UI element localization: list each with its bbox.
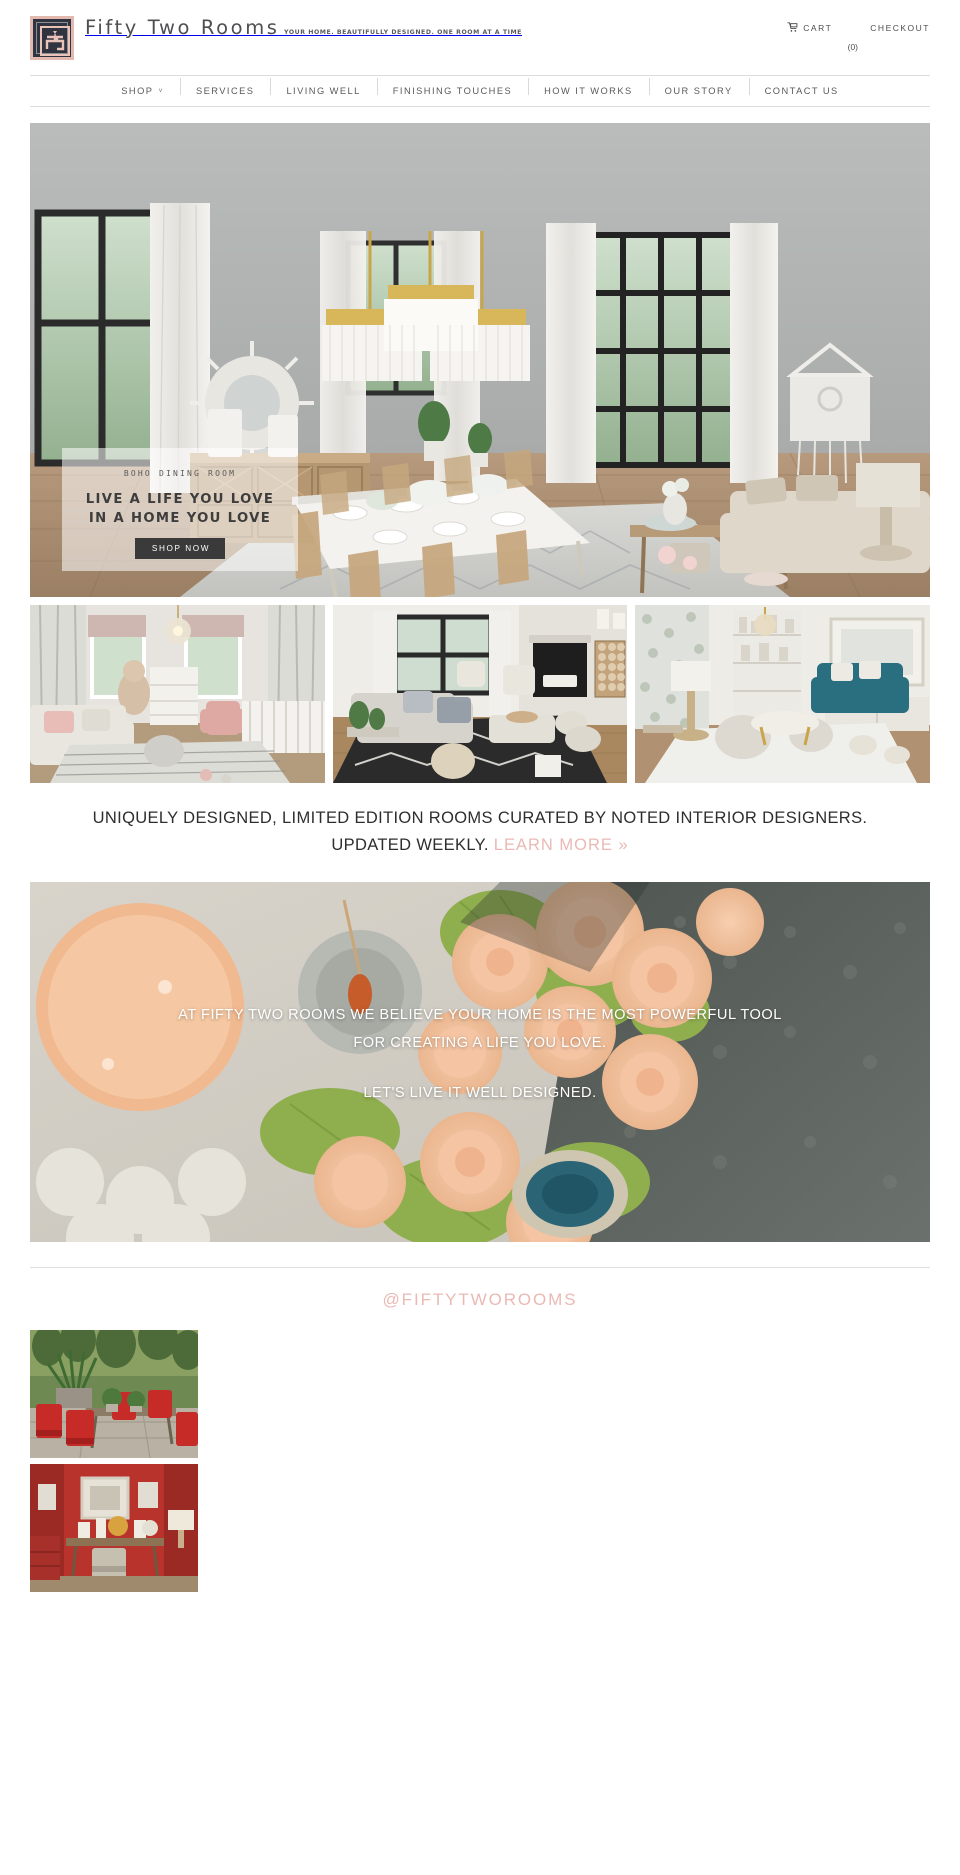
nav-item-label: LIVING WELL <box>286 86 361 96</box>
chevron-down-icon: ˅ <box>158 87 164 95</box>
nav-item-label: HOW IT WORKS <box>544 86 633 96</box>
nav-item-how-it-works[interactable]: HOW IT WORKS <box>528 78 649 96</box>
checkout-label: CHECKOUT <box>870 22 930 33</box>
nav-item-label: OUR STORY <box>664 86 733 96</box>
hero-title-line-1: LIVE A LIFE YOU LOVE <box>85 492 275 507</box>
nav-item-services[interactable]: SERVICES <box>179 78 270 96</box>
shop-now-button[interactable]: SHOP NOW <box>134 538 226 560</box>
tagline-line-3: UPDATED WEEKLY. <box>331 836 489 855</box>
mission-line-2: FOR CREATING A LIFE YOU LOVE. <box>353 1035 607 1052</box>
logo-mark-icon <box>30 16 74 60</box>
hero-banner: BOHO DINING ROOM LIVE A LIFE YOU LOVE IN… <box>30 123 930 597</box>
value-proposition-text: UNIQUELY DESIGNED, LIMITED EDITION ROOMS… <box>60 805 900 859</box>
featured-room-card-teal[interactable] <box>635 605 931 783</box>
hero-title: LIVE A LIFE YOU LOVE IN A HOME YOU LOVE <box>86 490 274 528</box>
nav-item-shop[interactable]: SHOP ˅ <box>105 86 180 96</box>
site-header: Fifty Two Rooms YOUR HOME. BEAUTIFULLY D… <box>0 0 960 75</box>
nav-item-living-well[interactable]: LIVING WELL <box>270 78 376 96</box>
logo-brand-tagline: YOUR HOME. BEAUTIFULLY DESIGNED. ONE ROO… <box>284 29 522 36</box>
mission-banner: AT FIFTY TWO ROOMS WE BELIEVE YOUR HOME … <box>30 882 930 1243</box>
cart-label: CART <box>803 22 833 33</box>
tagline-line-1: UNIQUELY DESIGNED, LIMITED EDITION ROOMS… <box>92 809 758 827</box>
featured-room-card-nursery[interactable] <box>30 605 325 783</box>
learn-more-link[interactable]: LEARN MORE » <box>494 836 629 854</box>
mission-line-1: AT FIFTY TWO ROOMS WE BELIEVE YOUR HOME … <box>178 1007 782 1024</box>
logo-brand-name: Fifty Two Rooms <box>85 16 280 39</box>
mission-line-3: LET'S LIVE IT WELL DESIGNED. <box>363 1084 597 1101</box>
cart-button[interactable]: CART <box>787 22 832 33</box>
nav-item-label: SHOP <box>121 86 154 96</box>
instagram-post[interactable] <box>30 1330 198 1459</box>
main-navigation: SHOP ˅ SERVICES LIVING WELL FINISHING TO… <box>30 75 930 107</box>
nav-item-contact-us[interactable]: CONTACT US <box>748 78 855 96</box>
cart-item-count: (0) <box>847 42 858 52</box>
mission-statement: AT FIFTY TWO ROOMS WE BELIEVE YOUR HOME … <box>30 1002 930 1107</box>
section-divider <box>30 1267 930 1269</box>
nav-item-finishing-touches[interactable]: FINISHING TOUCHES <box>376 78 528 96</box>
instagram-feed <box>30 1330 198 1593</box>
tagline-line-2: DESIGNERS. <box>762 809 868 827</box>
hero-title-line-2: IN A HOME YOU LOVE <box>88 511 272 527</box>
checkout-button[interactable]: CHECKOUT <box>870 23 930 33</box>
nav-item-our-story[interactable]: OUR STORY <box>648 78 749 96</box>
header-utility-nav: CART CHECKOUT (0) <box>787 22 930 52</box>
instagram-handle-link[interactable]: @FIFTYTWOROOMS <box>0 1290 960 1310</box>
nav-item-label: FINISHING TOUCHES <box>392 86 513 96</box>
site-logo[interactable]: Fifty Two Rooms YOUR HOME. BEAUTIFULLY D… <box>30 16 522 60</box>
hero-overlay-card: BOHO DINING ROOM LIVE A LIFE YOU LOVE IN… <box>62 448 298 571</box>
featured-rooms-row <box>30 605 931 783</box>
featured-room-card-living[interactable] <box>332 605 628 783</box>
shopping-cart-icon <box>787 22 798 33</box>
nav-item-label: CONTACT US <box>764 86 839 96</box>
nav-item-label: SERVICES <box>195 86 255 96</box>
hero-eyebrow: BOHO DINING ROOM <box>123 469 237 478</box>
instagram-post[interactable] <box>30 1464 198 1593</box>
